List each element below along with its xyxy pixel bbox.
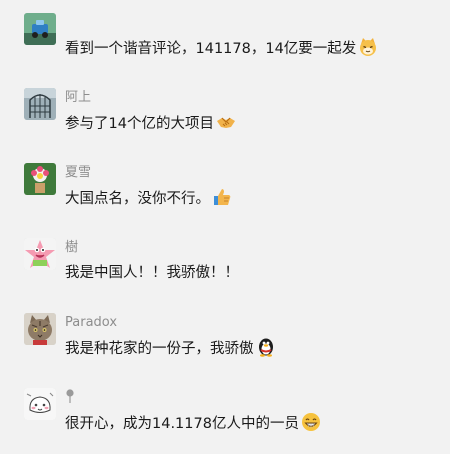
comment-text: 我是种花家的一份子，我骄傲 — [65, 341, 254, 357]
comment-text-line: 很开心，成为14.1178亿人中的一员 — [65, 412, 321, 434]
handshake-emoji — [216, 112, 236, 132]
cat-face-emoji — [358, 37, 378, 57]
comment-item: Paradox 我是种花家的一份子，我骄傲 — [0, 313, 450, 373]
penguin-emoji — [256, 337, 276, 357]
commenter-name[interactable]: 夏雪 — [65, 164, 91, 182]
comment-text-line: 我是中国人！！我骄傲！！ — [65, 262, 239, 284]
comment-text: 我是中国人！！我骄傲！！ — [65, 265, 239, 281]
grin-emoji — [301, 412, 321, 432]
comment-text-line: 大国点名，没你不行。 — [65, 187, 232, 209]
comment-list: 看到一个谐音评论，141178，14亿要一起发 阿上 参与了14个亿的大项目 夏… — [0, 0, 450, 454]
toy-car-avatar[interactable] — [24, 13, 56, 45]
comment-item: 阿上 参与了14个亿的大项目 — [0, 88, 450, 148]
commenter-name[interactable]: 阿上 — [65, 89, 91, 107]
patrick-star-avatar[interactable] — [24, 238, 56, 270]
comment-text: 很开心，成为14.1178亿人中的一员 — [65, 416, 299, 432]
commenter-name[interactable] — [65, 389, 75, 407]
comment-text-line: 看到一个谐音评论，141178，14亿要一起发 — [65, 37, 378, 59]
commenter-name[interactable]: Paradox — [65, 314, 117, 332]
commenter-name[interactable]: 樹 — [65, 239, 78, 257]
comment-item: 看到一个谐音评论，141178，14亿要一起发 — [0, 13, 450, 73]
comment-text-line: 参与了14个亿的大项目 — [65, 112, 236, 134]
cartoon-sketch-avatar[interactable] — [24, 388, 56, 420]
birdcage-avatar[interactable] — [24, 88, 56, 120]
comment-item: 夏雪 大国点名，没你不行。 — [0, 163, 450, 223]
map-pin-icon — [65, 389, 75, 403]
comment-item: 很开心，成为14.1178亿人中的一员 — [0, 388, 450, 448]
comment-text: 看到一个谐音评论，141178，14亿要一起发 — [65, 41, 357, 57]
comment-text-line: 我是种花家的一份子，我骄傲 — [65, 337, 276, 359]
cat-photo-avatar[interactable] — [24, 313, 56, 345]
comment-text: 大国点名，没你不行。 — [65, 191, 210, 207]
comment-text: 参与了14个亿的大项目 — [65, 116, 214, 132]
flower-avatar[interactable] — [24, 163, 56, 195]
thumbs-up-emoji — [212, 187, 232, 207]
comment-item: 樹 我是中国人！！我骄傲！！ — [0, 238, 450, 298]
